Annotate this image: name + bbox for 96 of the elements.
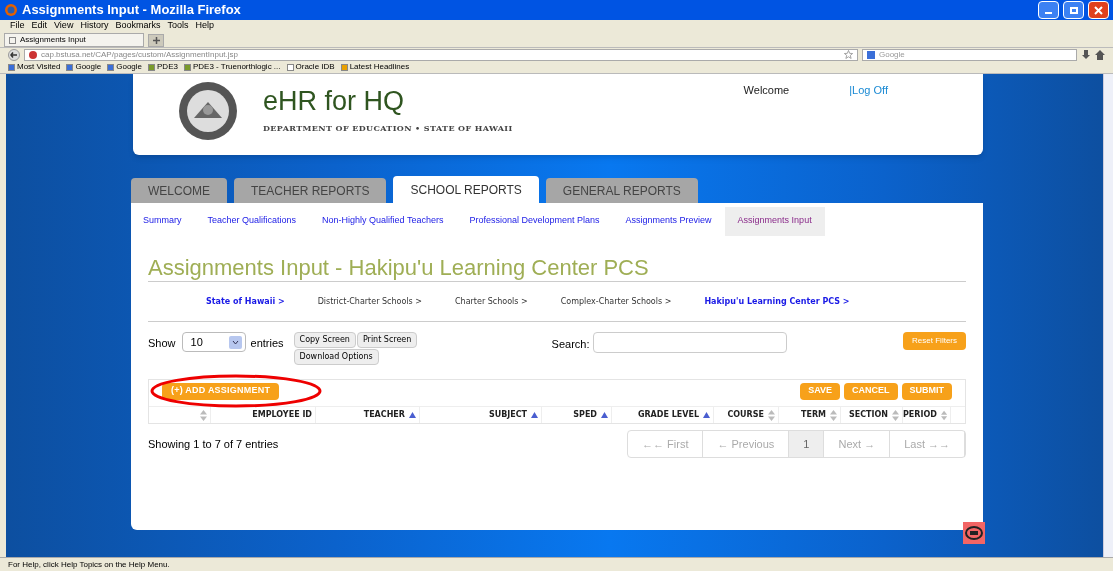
column-header[interactable]: SPED <box>542 407 612 423</box>
column-label: PERIOD <box>903 409 937 421</box>
status-bar: For Help, click Help Topics on the Help Menu. <box>0 557 1113 571</box>
minimize-button[interactable] <box>1038 1 1059 19</box>
menu-item[interactable]: Help <box>195 19 214 33</box>
bookmark-icon <box>286 63 294 71</box>
breadcrumb-link[interactable]: Hakipu'u Learning Center PCS > <box>704 295 850 308</box>
bookmark-item[interactable]: PDE3 - Truenorthlogic ... <box>192 61 281 73</box>
site-icon <box>29 50 37 59</box>
tool-button[interactable]: Download Options <box>293 349 379 365</box>
bookmark-item[interactable]: Most Visited <box>17 61 61 73</box>
sort-ascending-icon[interactable] <box>601 412 608 418</box>
bookmark-icon <box>148 63 156 71</box>
column-header[interactable]: EMPLOYEE ID <box>211 407 316 423</box>
bookmark-icon <box>8 63 15 71</box>
bookmark-icon <box>183 63 191 71</box>
tool-button[interactable]: Copy Screen <box>293 332 356 348</box>
app-title: eHR for HQ <box>263 85 406 118</box>
search-label: Search: <box>551 337 590 352</box>
column-header[interactable]: TEACHER <box>316 407 420 423</box>
bookmark-item[interactable]: PDE3 <box>157 61 178 73</box>
entries-label: entries <box>250 336 284 351</box>
plus-icon <box>152 37 160 44</box>
show-label: Show <box>148 336 176 351</box>
column-header[interactable]: TERM <box>779 407 841 423</box>
address-field[interactable]: cap.bstusa.net/CAP/pages/custom/AssignmentInput.jsp <box>24 48 858 61</box>
close-icon <box>1094 5 1103 15</box>
column-header[interactable]: COURSE <box>714 407 779 423</box>
close-button[interactable] <box>1088 1 1109 19</box>
sort-ascending-icon[interactable] <box>703 412 710 418</box>
breadcrumb-link[interactable]: Charter Schools > <box>455 295 528 308</box>
column-label: TEACHER <box>363 409 405 421</box>
menu-item[interactable]: File <box>10 19 25 33</box>
log-off-link[interactable]: |Log Off <box>849 82 888 99</box>
sub-nav-link[interactable]: Professional Development Plans <box>456 206 613 236</box>
search-field[interactable]: Google <box>862 48 1077 61</box>
column-label: TERM <box>800 409 826 421</box>
menu-item[interactable]: Tools <box>167 19 189 33</box>
bookmark-item[interactable]: Latest Headlines <box>349 61 410 73</box>
column-header[interactable]: SECTION <box>841 407 903 423</box>
column-header[interactable]: PERIOD <box>903 407 951 423</box>
download-icon[interactable] <box>1081 49 1091 60</box>
bookmark-item[interactable]: Google <box>116 61 143 73</box>
column-label: SUBJECT <box>488 409 527 421</box>
menu-item[interactable]: Edit <box>31 19 48 33</box>
nav-tab[interactable]: SCHOOL REPORTS <box>393 176 539 203</box>
nav-tab[interactable]: GENERAL REPORTS <box>545 178 698 203</box>
menu-item[interactable]: Bookmarks <box>115 19 161 33</box>
nav-tab[interactable]: WELCOME <box>131 178 227 203</box>
firefox-icon <box>4 3 18 17</box>
sort-ascending-icon[interactable] <box>409 412 416 418</box>
column-label: EMPLOYEE ID <box>252 409 312 421</box>
browser-tab[interactable]: Assignments Input <box>4 33 144 47</box>
url-text: cap.bstusa.net/CAP/pages/custom/AssignmentInput.jsp <box>41 48 238 61</box>
entries-select[interactable]: 10 <box>181 332 246 352</box>
sub-nav-link[interactable]: Summary <box>143 206 195 236</box>
breadcrumb-link[interactable]: District-Charter Schools > <box>317 295 422 308</box>
search-engine-icon[interactable] <box>867 50 875 59</box>
column-header[interactable]: SUBJECT <box>420 407 542 423</box>
column-label: SPED <box>573 409 597 421</box>
home-icon[interactable] <box>1095 49 1105 60</box>
bookmark-item[interactable]: Oracle IDB <box>295 61 335 73</box>
bookmark-icon <box>66 63 74 71</box>
bookmark-item[interactable]: Google <box>75 61 102 73</box>
restore-button[interactable] <box>1063 1 1084 19</box>
nav-tab[interactable]: TEACHER REPORTS <box>234 178 387 203</box>
column-header[interactable]: GRADE LEVEL <box>612 407 714 423</box>
window-title: Assignments Input - Mozilla Firefox <box>22 1 241 20</box>
menu-item[interactable]: History <box>80 19 109 33</box>
menu-item[interactable]: View <box>54 19 74 33</box>
search-input[interactable]: Google <box>879 48 1059 61</box>
column-label: COURSE <box>727 409 764 421</box>
column-label: GRADE LEVEL <box>637 409 699 421</box>
sub-nav-link[interactable]: Assignments Preview <box>612 206 725 236</box>
page-title: Assignments Input - Hakipu'u Learning Center PCS <box>148 255 650 281</box>
seal-icon <box>178 80 238 142</box>
tool-button[interactable]: Print Screen <box>356 332 418 348</box>
bookmark-icon <box>340 63 348 71</box>
sub-nav-link[interactable]: Teacher Qualifications <box>194 206 310 236</box>
welcome-text: Welcome <box>743 83 790 98</box>
back-icon[interactable] <box>8 48 20 61</box>
app-subtitle: DEPARTMENT OF EDUCATION • STATE OF HAWAII <box>263 122 513 134</box>
breadcrumb-link[interactable]: State of Hawaii > <box>206 295 285 308</box>
sub-nav-link[interactable]: Assignments Input <box>724 206 825 236</box>
star-icon[interactable] <box>844 50 853 59</box>
breadcrumb-link[interactable]: Complex-Charter Schools > <box>560 295 672 308</box>
new-tab-button[interactable] <box>148 34 164 47</box>
sort-ascending-icon[interactable] <box>531 412 538 418</box>
bookmark-icon <box>107 63 115 71</box>
entries-info: Showing 1 to 7 of 7 entries <box>148 437 279 452</box>
sub-nav-link[interactable]: Non-Highly Qualified Teachers <box>309 206 457 236</box>
page-button[interactable]: 1 <box>789 431 825 457</box>
feedback-icon[interactable] <box>963 522 985 544</box>
column-label: SECTION <box>848 409 888 421</box>
table-search-field[interactable] <box>593 332 788 353</box>
dropdown-icon <box>228 335 242 349</box>
